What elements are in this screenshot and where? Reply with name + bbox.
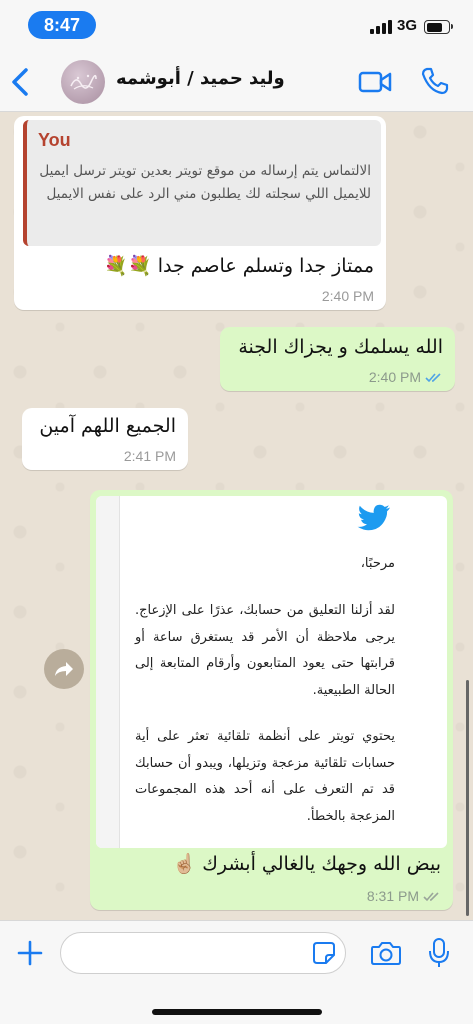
message-time: 8:31 PM [366,888,419,904]
message-meta: 2:40 PM [322,288,374,304]
twitter-bird-icon [357,504,390,531]
outgoing-message[interactable]: الله يسلمك و يجزاك الجنة 2:40 PM [220,327,455,391]
status-time: 8:47 [28,11,96,39]
back-chevron-icon[interactable] [6,66,36,98]
forward-arrow-icon [55,662,73,676]
microphone-icon[interactable] [428,937,450,969]
chat-thread[interactable]: You الالتماس يتم إرساله من موقع تويتر بع… [0,112,473,920]
phone-call-icon[interactable] [420,66,450,96]
outgoing-image-message[interactable]: مرحبًا، لقد أزلنا التعليق من حسابك، عذرً… [90,490,453,910]
battery-icon [424,20,453,34]
contact-avatar[interactable] [61,60,105,104]
sticker-icon[interactable] [312,941,336,965]
delivered-double-check-icon [423,891,439,901]
contact-name[interactable]: وليد حميد / أبوشمه [116,68,286,89]
quoted-reply[interactable]: You الالتماس يتم إرساله من موقع تويتر بع… [23,120,381,246]
forward-button[interactable] [44,649,84,689]
message-composer [0,920,473,1024]
quote-author: You [38,130,71,150]
cellular-signal-icon [370,20,392,34]
message-meta: 8:31 PM [367,888,441,904]
incoming-message[interactable]: You الالتماس يتم إرساله من موقع تويتر بع… [14,116,386,310]
video-call-icon[interactable] [358,68,392,96]
message-text: الله يسلمك و يجزاك الجنة [238,336,443,358]
plus-icon[interactable] [16,939,44,967]
status-bar: 8:47 3G [0,0,473,52]
network-type: 3G [397,17,418,34]
read-double-check-icon [425,372,441,382]
scrollbar[interactable] [466,680,469,916]
message-input[interactable] [60,932,346,974]
email-greeting: مرحبًا، [360,556,395,571]
camera-icon[interactable] [370,940,402,966]
incoming-message[interactable]: الجميع اللهم آمين 2:41 PM [22,408,188,470]
email-paragraph: لقد أزلنا التعليق من حسابك، عذرًا على ال… [135,603,395,698]
message-time: 2:40 PM [321,288,374,304]
message-time: 2:41 PM [123,448,176,464]
message-text: الجميع اللهم آمين [39,415,176,437]
message-text: ممتاز جدا وتسلم عاصم جدا 💐💐 [104,255,374,277]
message-time: 2:40 PM [368,369,421,385]
image-caption: بيض الله وجهك يالغالي أبشرك ☝🏼 [172,853,442,875]
calligraphy-icon [70,74,97,90]
email-screenshot-image[interactable]: مرحبًا، لقد أزلنا التعليق من حسابك، عذرً… [96,496,447,848]
email-paragraph: يحتوي تويتر على أنظمة تلقائية تعثر على أ… [135,729,395,824]
email-margin [96,496,120,848]
quote-text: الالتماس يتم إرساله من موقع تويتر بعدين … [39,163,371,202]
home-indicator [152,1009,322,1015]
message-meta: 2:40 PM [369,369,443,385]
message-meta: 2:41 PM [124,448,176,464]
chat-header: وليد حميد / أبوشمه [0,52,473,112]
